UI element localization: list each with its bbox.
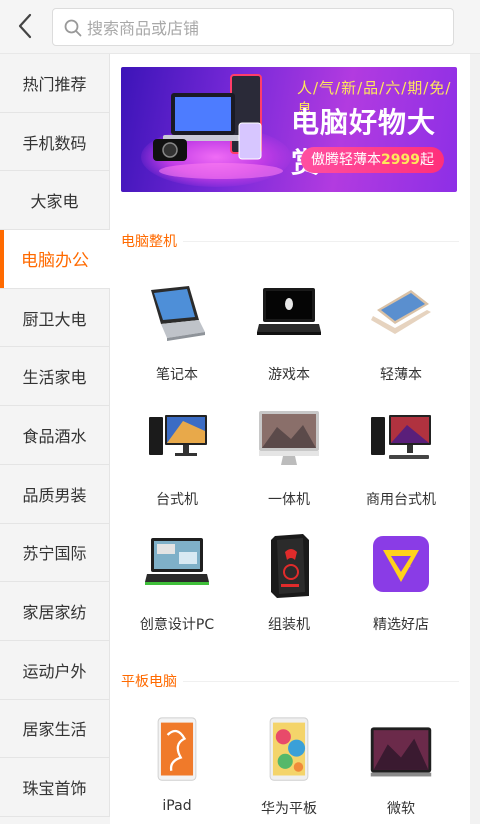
search-input[interactable] bbox=[87, 15, 437, 41]
scrollbar-track[interactable] bbox=[470, 54, 480, 824]
creative-laptop-icon bbox=[145, 538, 209, 585]
search-box[interactable] bbox=[52, 8, 454, 46]
grid-item-label: iPad bbox=[162, 798, 192, 814]
grid-item-ipad[interactable]: iPad bbox=[121, 716, 233, 824]
ipad-icon bbox=[157, 717, 197, 781]
grid-item-business-desktop[interactable]: 商用台式机 bbox=[345, 407, 457, 527]
grid-item-label: 华为平板 bbox=[261, 801, 317, 817]
grid-item-label: 精选好店 bbox=[373, 617, 429, 633]
huawei-tablet-icon bbox=[269, 717, 309, 781]
grid-item-laptop[interactable]: 笔记本 bbox=[121, 282, 233, 402]
grid-item-gaming-laptop[interactable]: 游戏本 bbox=[233, 282, 345, 402]
grid-item-label: 微软 bbox=[387, 801, 415, 817]
gaming-laptop-icon bbox=[257, 288, 321, 335]
desktop-pc-icon bbox=[149, 415, 207, 456]
search-icon bbox=[64, 19, 82, 37]
section-title-label: 平板电脑 bbox=[121, 674, 177, 690]
grid-item-featured-store[interactable]: 精选好店 bbox=[345, 532, 457, 652]
section-title-computers: 电脑整机 bbox=[121, 231, 459, 251]
banner-products-illustration bbox=[153, 74, 283, 179]
top-bar bbox=[0, 0, 480, 54]
back-arrow-icon[interactable] bbox=[10, 8, 42, 44]
microsoft-surface-icon bbox=[370, 727, 432, 777]
grid-item-all-in-one[interactable]: 一体机 bbox=[233, 407, 345, 527]
grid-item-custom-pc[interactable]: 组装机 bbox=[233, 532, 345, 652]
featured-store-icon bbox=[373, 536, 429, 592]
grid-item-label: 轻薄本 bbox=[380, 367, 422, 383]
business-desktop-icon bbox=[371, 415, 431, 459]
ultrabook-icon bbox=[371, 290, 431, 334]
sidebar-item-phones[interactable]: 手机数码 bbox=[0, 112, 110, 172]
grid-item-label: 组装机 bbox=[268, 617, 310, 633]
grid-item-creative-pc[interactable]: 创意设计PC bbox=[121, 532, 233, 652]
laptop-convertible-icon bbox=[151, 286, 205, 341]
section-divider bbox=[183, 680, 459, 682]
sidebar-item-computers[interactable]: 电脑办公 bbox=[0, 230, 110, 289]
sidebar-item-appliances[interactable]: 大家电 bbox=[0, 171, 110, 231]
sidebar-item-kitchen[interactable]: 厨卫大电 bbox=[0, 288, 110, 348]
banner-pill-suffix: 起 bbox=[419, 152, 434, 168]
category-content: 人/气/新/品/六/期/免/息 电脑好物大赏 傲腾轻薄本2999起 电脑整机 笔… bbox=[110, 54, 470, 824]
sidebar-item-international[interactable]: 苏宁国际 bbox=[0, 523, 110, 583]
custom-pc-case-icon bbox=[271, 534, 309, 598]
grid-item-microsoft[interactable]: 微软 bbox=[345, 716, 457, 824]
grid-item-label: 笔记本 bbox=[156, 367, 198, 383]
banner-pill-prefix: 傲腾轻薄本 bbox=[311, 152, 381, 168]
banner-price-pill: 傲腾轻薄本2999起 bbox=[301, 147, 444, 173]
grid-item-label: 一体机 bbox=[268, 492, 310, 508]
promo-banner[interactable]: 人/气/新/品/六/期/免/息 电脑好物大赏 傲腾轻薄本2999起 bbox=[121, 67, 457, 192]
sidebar-item-menswear[interactable]: 品质男装 bbox=[0, 464, 110, 524]
grid-item-desktop[interactable]: 台式机 bbox=[121, 407, 233, 527]
banner-pill-price: 2999 bbox=[381, 152, 420, 168]
grid-item-label: 台式机 bbox=[156, 492, 198, 508]
grid-item-label: 商用台式机 bbox=[366, 492, 436, 508]
grid-item-huawei-tablet[interactable]: 华为平板 bbox=[233, 716, 345, 824]
sidebar-item-home-appliances[interactable]: 生活家电 bbox=[0, 347, 110, 407]
category-sidebar: 热门推荐 手机数码 大家电 电脑办公 厨卫大电 生活家电 食品酒水 品质男装 苏… bbox=[0, 54, 110, 824]
grid-item-label: 游戏本 bbox=[268, 367, 310, 383]
sidebar-item-hot[interactable]: 热门推荐 bbox=[0, 54, 110, 113]
grid-item-label: 创意设计PC bbox=[139, 617, 215, 633]
sidebar-item-living[interactable]: 居家生活 bbox=[0, 699, 110, 759]
section-title-tablets: 平板电脑 bbox=[121, 671, 459, 691]
grid-item-ultrabook[interactable]: 轻薄本 bbox=[345, 282, 457, 402]
section-title-label: 电脑整机 bbox=[121, 234, 177, 250]
sidebar-item-jewelry[interactable]: 珠宝首饰 bbox=[0, 758, 110, 817]
section-divider bbox=[183, 240, 459, 242]
sidebar-item-home-textiles[interactable]: 家居家纺 bbox=[0, 582, 110, 641]
sidebar-item-food[interactable]: 食品酒水 bbox=[0, 406, 110, 465]
all-in-one-icon bbox=[259, 411, 319, 465]
sidebar-item-sports[interactable]: 运动户外 bbox=[0, 640, 110, 700]
